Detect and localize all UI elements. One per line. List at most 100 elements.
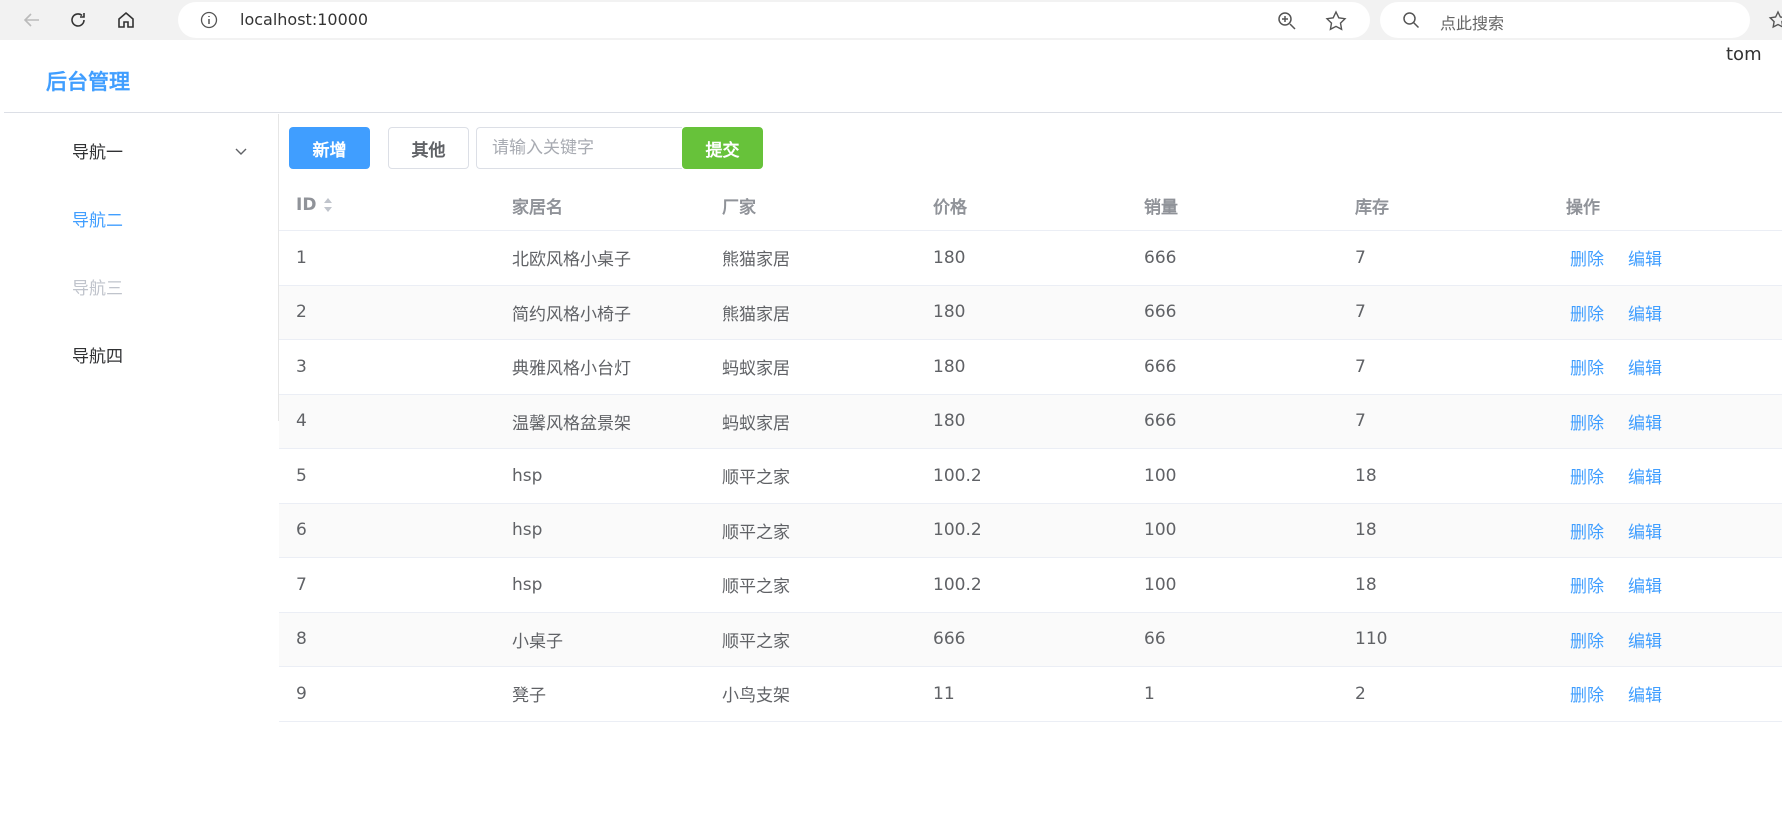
- column-header-actions: 操作: [1566, 197, 1600, 218]
- delete-button[interactable]: 删除: [1570, 627, 1604, 652]
- cell-id: 3: [296, 356, 307, 377]
- cell-actions: 删除 编辑: [1570, 340, 1662, 394]
- cell-maker: 蚂蚁家居: [722, 413, 790, 434]
- reload-button[interactable]: [64, 6, 92, 34]
- cell-id: 4: [296, 411, 307, 432]
- admin-app: 后台管理 tom 导航一 导航二 导航三 导航四 新增 其他 提交 ID: [4, 44, 1782, 815]
- sidebar-item-label: 导航三: [72, 279, 123, 299]
- cell-name: 北欧风格小桌子: [512, 250, 631, 271]
- cell-name: hsp: [512, 520, 543, 541]
- delete-button[interactable]: 删除: [1570, 681, 1604, 706]
- reload-icon: [71, 13, 85, 27]
- cell-price: 180: [933, 247, 966, 268]
- cell-price: 100.2: [933, 520, 982, 541]
- edit-button[interactable]: 编辑: [1628, 300, 1662, 325]
- cell-sales: 66: [1144, 629, 1166, 650]
- edit-button[interactable]: 编辑: [1628, 354, 1662, 379]
- cell-sales: 666: [1144, 356, 1177, 377]
- sidebar-menu: 导航一 导航二 导航三 导航四: [4, 114, 279, 421]
- edit-button[interactable]: 编辑: [1628, 572, 1662, 597]
- edit-button[interactable]: 编辑: [1628, 245, 1662, 270]
- submit-button[interactable]: 提交: [682, 127, 763, 169]
- cell-id: 1: [296, 247, 307, 268]
- table-body: 1 北欧风格小桌子 熊猫家居 180 666 7 删除 编辑 2 简约风格小椅子 熊猫家居 180 66…: [279, 231, 1782, 722]
- favorites-icon[interactable]: [1768, 10, 1782, 30]
- table-row: 5 hsp 顺平之家 100.2 100 18 删除 编辑: [279, 449, 1782, 504]
- cell-actions: 删除 编辑: [1570, 395, 1662, 449]
- brand-title: 后台管理: [46, 70, 130, 94]
- cell-sales: 666: [1144, 247, 1177, 268]
- sidebar-item-label: 导航一: [72, 143, 123, 163]
- cell-stock: 18: [1355, 520, 1377, 541]
- main-content: 新增 其他 提交 ID 家居名 厂家 价格 销量 库存 操作 1北欧风格小桌子熊…: [279, 114, 1782, 815]
- table-row: 8 小桌子 顺平之家 666 66 110 删除 编辑: [279, 612, 1782, 667]
- sidebar-item-nav-1[interactable]: 导航一: [4, 122, 279, 178]
- favorite-star-icon[interactable]: [1325, 10, 1347, 32]
- cell-stock: 7: [1355, 247, 1366, 268]
- cell-name: hsp: [512, 465, 543, 486]
- zoom-in-icon[interactable]: [1277, 11, 1297, 31]
- sidebar-item-nav-2[interactable]: 导航二: [4, 190, 279, 246]
- address-bar[interactable]: localhost:10000: [178, 2, 1370, 38]
- sidebar-item-nav-4[interactable]: 导航四: [4, 326, 279, 382]
- home-button[interactable]: [112, 6, 140, 34]
- column-header-stock: 库存: [1355, 197, 1389, 218]
- browser-toolbar: localhost:10000 点此搜索: [0, 0, 1782, 40]
- table-row: 2 简约风格小椅子 熊猫家居 180 666 7 删除 编辑: [279, 285, 1782, 340]
- cell-name: 凳子: [512, 686, 546, 707]
- cell-stock: 110: [1355, 629, 1388, 650]
- table-row: 4 温馨风格盆景架 蚂蚁家居 180 666 7 删除 编辑: [279, 394, 1782, 449]
- sort-caret-icon[interactable]: [322, 196, 334, 214]
- delete-button[interactable]: 删除: [1570, 518, 1604, 543]
- cell-actions: 删除 编辑: [1570, 231, 1662, 285]
- user-name[interactable]: tom: [1726, 44, 1762, 65]
- cell-id: 8: [296, 629, 307, 650]
- delete-button[interactable]: 删除: [1570, 354, 1604, 379]
- cell-price: 100.2: [933, 465, 982, 486]
- cell-stock: 18: [1355, 574, 1377, 595]
- cell-stock: 2: [1355, 683, 1366, 704]
- cell-id: 9: [296, 683, 307, 704]
- cell-price: 180: [933, 356, 966, 377]
- edit-button[interactable]: 编辑: [1628, 518, 1662, 543]
- add-button[interactable]: 新增: [289, 127, 370, 169]
- keyword-input[interactable]: [476, 127, 682, 169]
- delete-button[interactable]: 删除: [1570, 245, 1604, 270]
- cell-sales: 100: [1144, 465, 1177, 486]
- browser-search-bar[interactable]: 点此搜索: [1380, 2, 1750, 38]
- search-placeholder[interactable]: 点此搜索: [1440, 10, 1504, 34]
- cell-sales: 666: [1144, 302, 1177, 323]
- edit-button[interactable]: 编辑: [1628, 681, 1662, 706]
- edit-button[interactable]: 编辑: [1628, 409, 1662, 434]
- cell-name: 小桌子: [512, 631, 563, 652]
- cell-maker: 熊猫家居: [722, 250, 790, 271]
- delete-button[interactable]: 删除: [1570, 300, 1604, 325]
- delete-button[interactable]: 删除: [1570, 409, 1604, 434]
- cell-sales: 666: [1144, 411, 1177, 432]
- sidebar-item-label: 导航四: [72, 347, 123, 367]
- back-button[interactable]: [18, 6, 46, 34]
- cell-name: 简约风格小椅子: [512, 304, 631, 325]
- cell-name: hsp: [512, 574, 543, 595]
- delete-button[interactable]: 删除: [1570, 572, 1604, 597]
- cell-stock: 7: [1355, 356, 1366, 377]
- column-header-id[interactable]: ID: [296, 180, 334, 230]
- table-row: 6 hsp 顺平之家 100.2 100 18 删除 编辑: [279, 503, 1782, 558]
- cell-stock: 7: [1355, 411, 1366, 432]
- cell-price: 180: [933, 302, 966, 323]
- info-icon[interactable]: [200, 11, 218, 29]
- cell-sales: 1: [1144, 683, 1155, 704]
- chevron-down-icon: [235, 148, 247, 155]
- edit-button[interactable]: 编辑: [1628, 627, 1662, 652]
- furniture-table: ID 家居名 厂家 价格 销量 库存 操作 1 北欧风格小桌子 熊猫家居 180 666…: [279, 180, 1782, 722]
- home-icon: [118, 11, 134, 28]
- url-text[interactable]: localhost:10000: [240, 10, 368, 29]
- search-icon: [1403, 12, 1420, 29]
- table-row: 7 hsp 顺平之家 100.2 100 18 删除 编辑: [279, 558, 1782, 613]
- other-button[interactable]: 其他: [388, 127, 469, 169]
- cell-id: 2: [296, 302, 307, 323]
- cell-sales: 100: [1144, 574, 1177, 595]
- cell-maker: 熊猫家居: [722, 304, 790, 325]
- edit-button[interactable]: 编辑: [1628, 463, 1662, 488]
- delete-button[interactable]: 删除: [1570, 463, 1604, 488]
